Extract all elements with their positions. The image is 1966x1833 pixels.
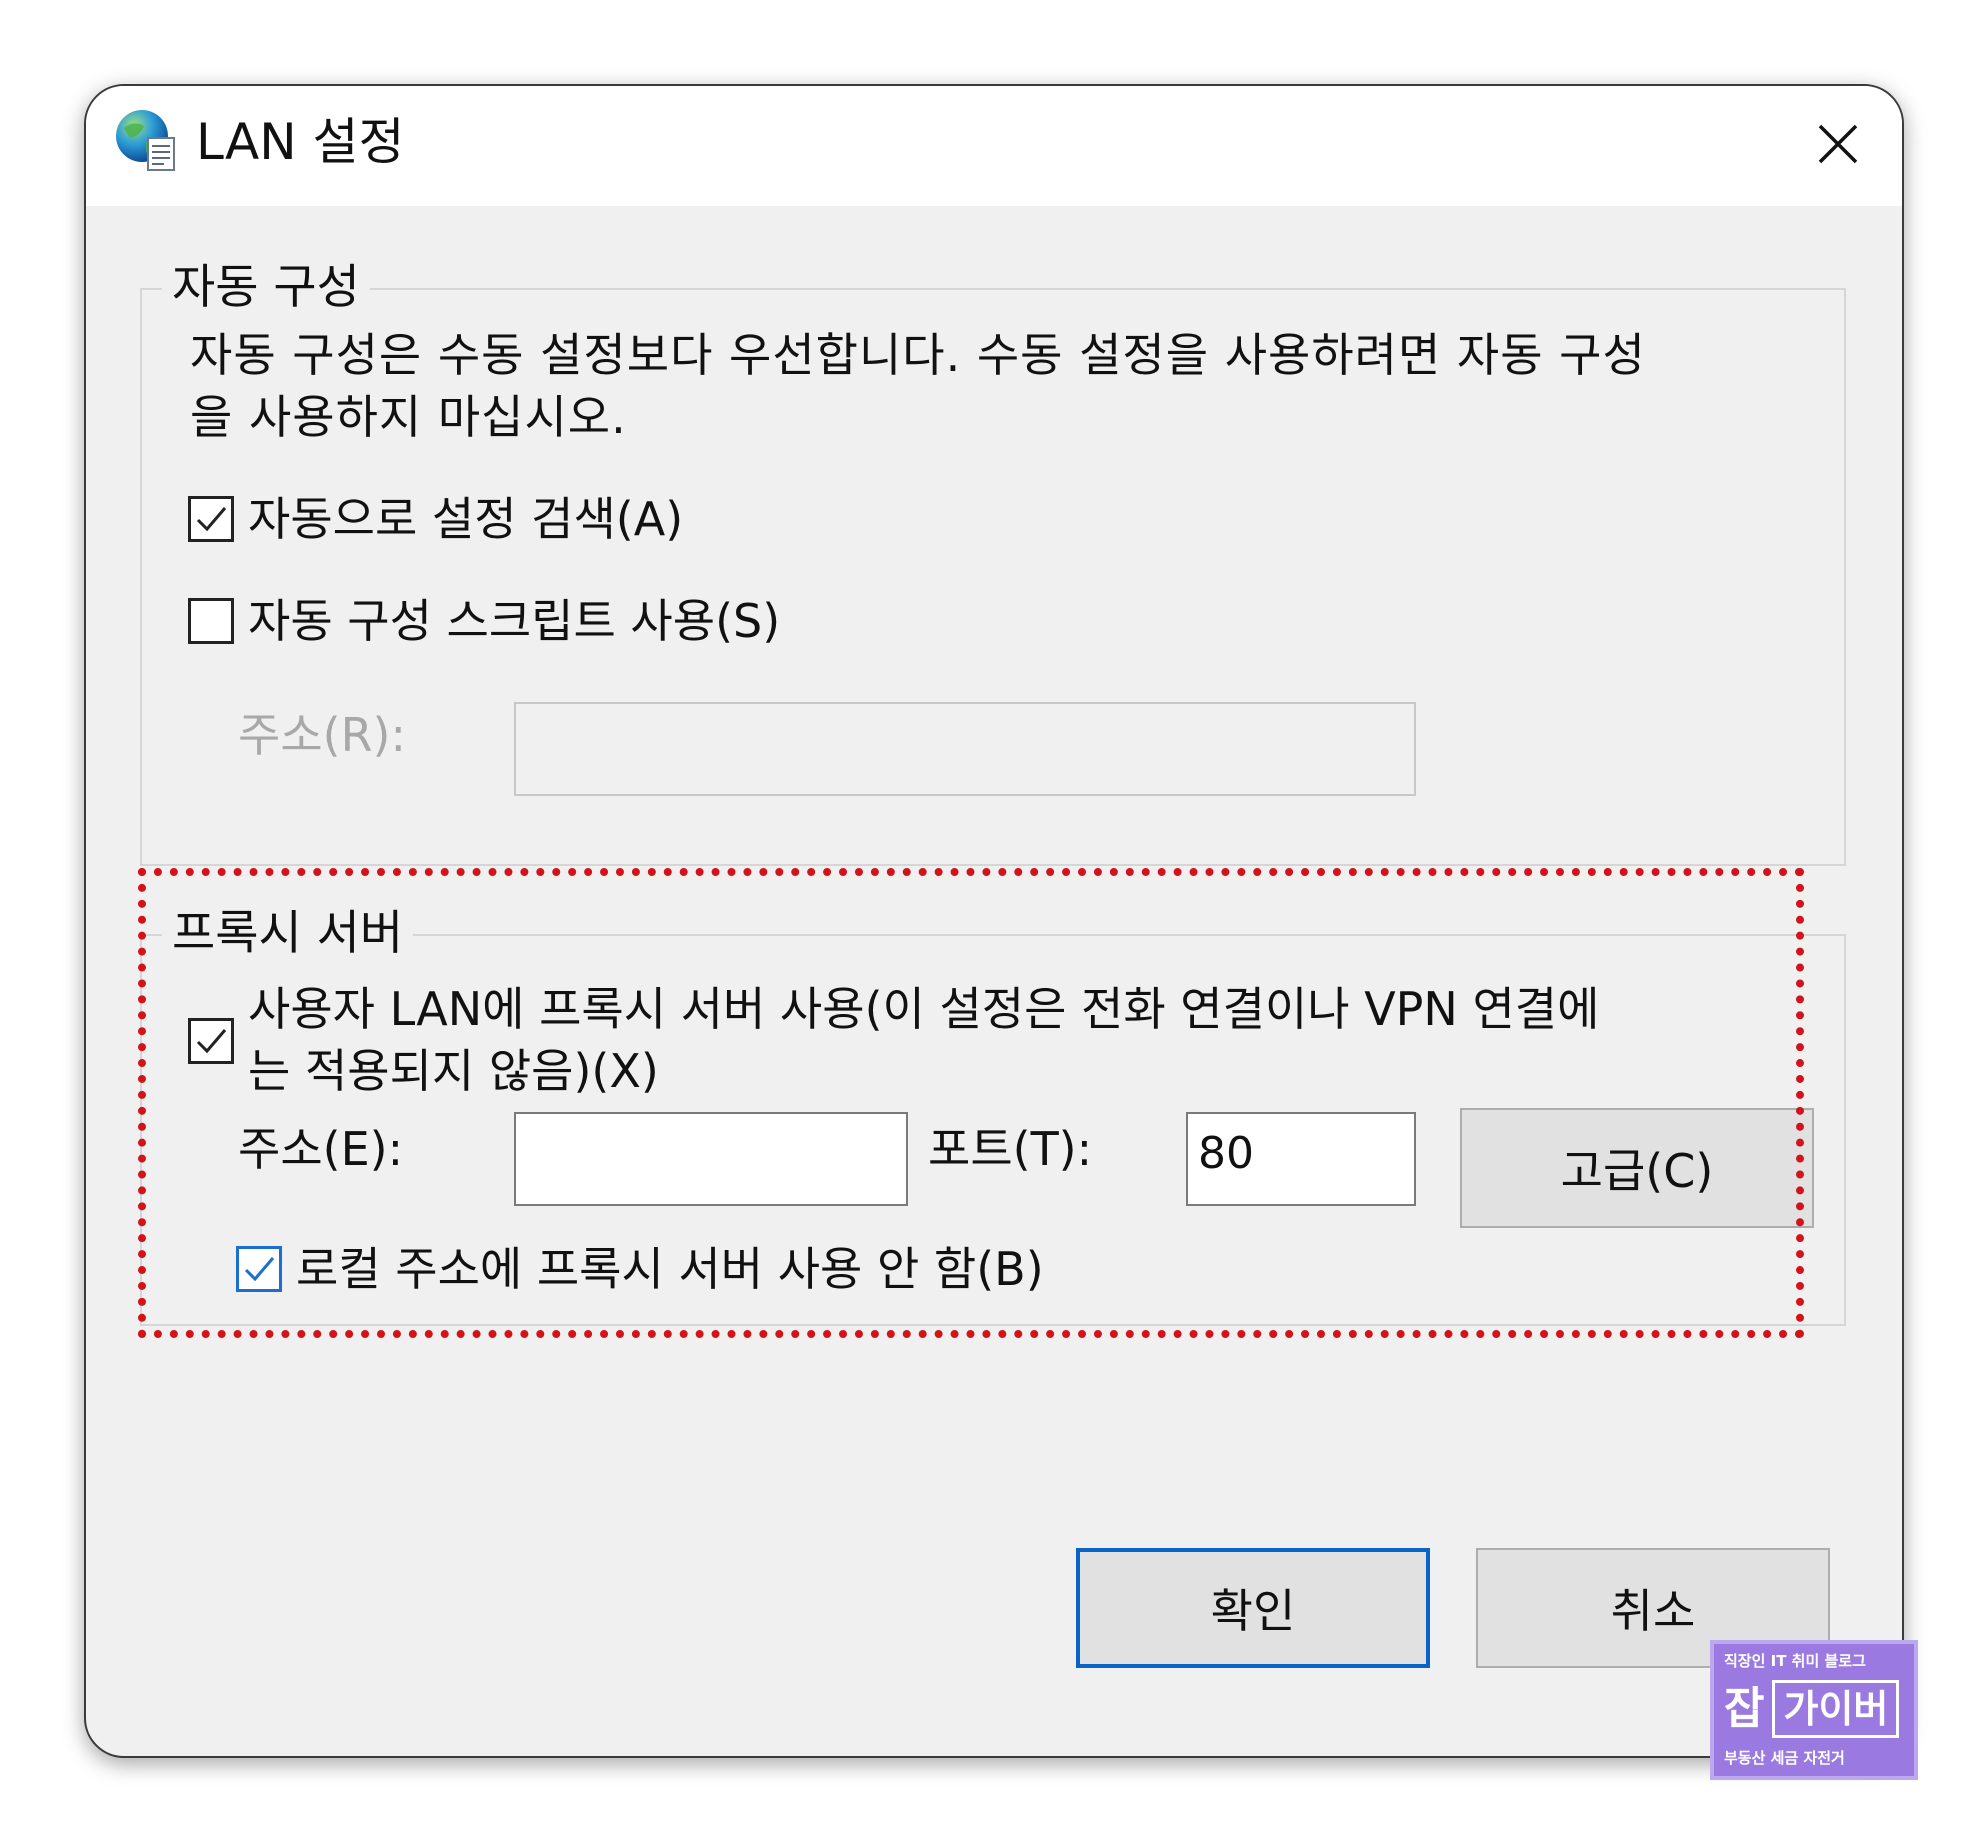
script-address-label: 주소(R): — [238, 708, 406, 762]
bypass-local-row[interactable]: 로컬 주소에 프록시 서버 사용 안 함(B) — [236, 1238, 1044, 1300]
use-proxy-label-line1: 사용자 LAN에 프록시 서버 사용(이 설정은 전화 연결이나 VPN 연결에 — [248, 982, 1600, 1036]
script-address-input[interactable] — [514, 702, 1416, 796]
lan-settings-dialog: LAN 설정 자동 구성 자동 구성은 수동 설정보다 우선합니다. 수동 설정… — [84, 84, 1904, 1758]
ok-button[interactable]: 확인 — [1076, 1548, 1430, 1668]
bypass-local-checkbox[interactable] — [236, 1246, 282, 1292]
auto-config-description-line2: 을 사용하지 마십시오. — [190, 390, 627, 444]
proxy-port-label: 포트(T): — [928, 1122, 1093, 1176]
use-proxy-label-line2: 는 적용되지 않음)(X) — [248, 1044, 659, 1098]
title-bar: LAN 설정 — [86, 86, 1902, 206]
auto-config-group: 자동 구성 자동 구성은 수동 설정보다 우선합니다. 수동 설정을 사용하려면… — [140, 256, 1846, 866]
auto-config-legend: 자동 구성 — [162, 256, 370, 320]
watermark-box-text: 가이버 — [1772, 1680, 1900, 1738]
auto-detect-checkbox[interactable] — [188, 496, 234, 542]
auto-config-description-line1: 자동 구성은 수동 설정보다 우선합니다. 수동 설정을 사용하려면 자동 구성 — [190, 328, 1646, 382]
proxy-address-input[interactable] — [514, 1112, 908, 1206]
dialog-title: LAN 설정 — [196, 113, 405, 171]
checkmark-icon — [196, 507, 227, 532]
globe-document-icon — [114, 108, 180, 174]
checkmark-icon — [196, 1029, 227, 1054]
proxy-address-label: 주소(E): — [238, 1122, 404, 1176]
auto-detect-label: 자동으로 설정 검색(A) — [248, 492, 684, 546]
watermark-big-char: 잡 — [1724, 1683, 1765, 1734]
proxy-server-group: 프록시 서버 사용자 LAN에 프록시 서버 사용(이 설정은 전화 연결이나 … — [140, 902, 1846, 1326]
close-button[interactable] — [1806, 112, 1870, 176]
proxy-port-input[interactable]: 80 — [1186, 1112, 1416, 1206]
auto-detect-row[interactable]: 자동으로 설정 검색(A) — [188, 488, 683, 550]
watermark-logo: 잡 가이버 — [1724, 1678, 1904, 1740]
use-proxy-row[interactable]: 사용자 LAN에 프록시 서버 사용(이 설정은 전화 연결이나 VPN 연결에… — [188, 978, 1599, 1102]
watermark-bottom-text: 부동산 세금 자전거 — [1724, 1749, 1845, 1767]
blog-watermark: 직장인 IT 취미 블로그 잡 가이버 부동산 세금 자전거 — [1710, 1640, 1918, 1780]
bypass-local-label: 로컬 주소에 프록시 서버 사용 안 함(B) — [296, 1242, 1044, 1296]
advanced-button[interactable]: 고급(C) — [1460, 1108, 1814, 1228]
watermark-top-text: 직장인 IT 취미 블로그 — [1724, 1652, 1866, 1670]
use-script-label: 자동 구성 스크립트 사용(S) — [248, 594, 781, 648]
proxy-server-legend: 프록시 서버 — [162, 902, 414, 966]
use-proxy-checkbox[interactable] — [188, 1018, 234, 1064]
use-script-row[interactable]: 자동 구성 스크립트 사용(S) — [188, 590, 780, 652]
use-script-checkbox[interactable] — [188, 598, 234, 644]
close-icon — [1818, 124, 1858, 164]
checkmark-icon — [244, 1257, 275, 1282]
